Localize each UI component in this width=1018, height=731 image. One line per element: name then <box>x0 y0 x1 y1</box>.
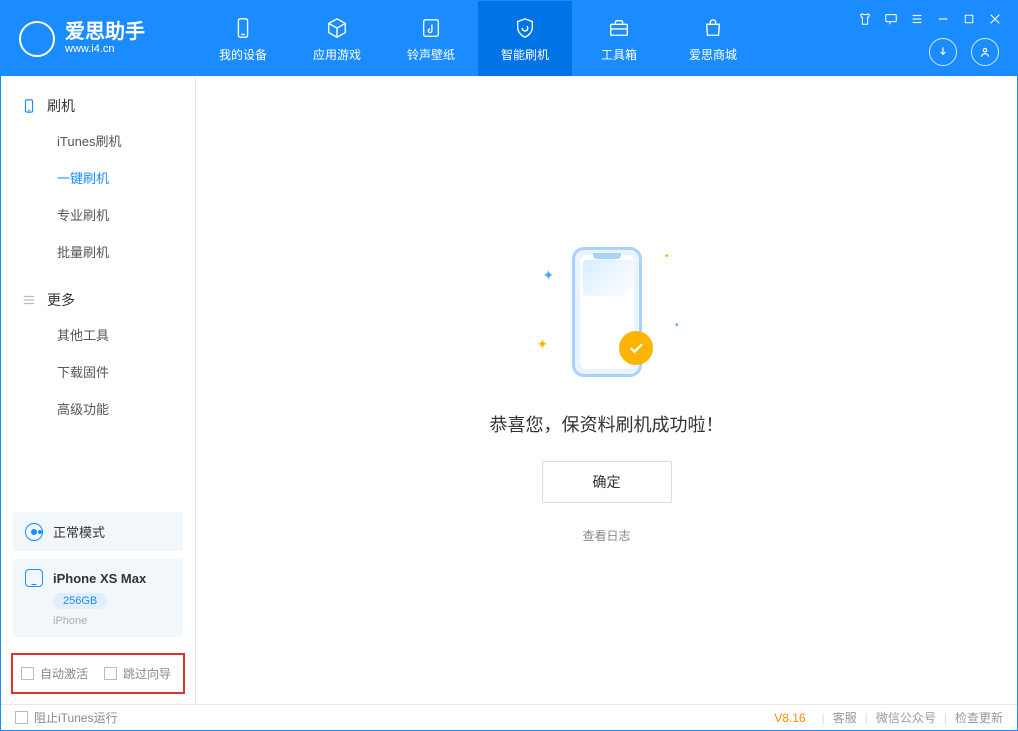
user-button[interactable] <box>971 38 999 66</box>
tab-apps-games[interactable]: 应用游戏 <box>290 1 384 76</box>
mode-indicator-icon <box>25 523 43 541</box>
checkbox-icon <box>21 667 34 680</box>
checkbox-label: 跳过向导 <box>123 665 171 682</box>
skip-guide-checkbox[interactable]: 跳过向导 <box>104 665 171 682</box>
device-storage-pill: 256GB <box>53 593 107 609</box>
sparkle-icon: • <box>665 251 669 262</box>
device-name: iPhone XS Max <box>53 571 146 586</box>
window-controls <box>857 11 1003 27</box>
app-logo-icon <box>19 21 55 57</box>
success-illustration: ✦ ✦ • • <box>507 237 707 387</box>
minimize-button[interactable] <box>935 11 951 27</box>
sparkle-icon: ✦ <box>543 267 555 284</box>
stop-itunes-checkbox[interactable]: 阻止iTunes运行 <box>15 709 118 726</box>
close-button[interactable] <box>987 11 1003 27</box>
auto-activate-checkbox[interactable]: 自动激活 <box>21 665 88 682</box>
flash-options-row: 自动激活 跳过向导 <box>11 653 185 694</box>
version-label: V8.16 <box>774 711 805 725</box>
phone-outline-icon <box>21 98 37 114</box>
logo-area: 爱思助手 www.i4.cn <box>1 21 196 57</box>
toolbox-icon <box>606 15 632 41</box>
sidebar-item-other-tools[interactable]: 其他工具 <box>1 316 195 353</box>
sidebar-group-more: 更多 <box>1 284 195 316</box>
header: 爱思助手 www.i4.cn 我的设备 应用游戏 铃声壁纸 智能刷机 工具箱 爱… <box>1 1 1017 76</box>
mode-label: 正常模式 <box>53 522 105 541</box>
header-actions <box>929 38 999 66</box>
tab-store[interactable]: 爱思商城 <box>666 1 760 76</box>
sidebar: 刷机 iTunes刷机 一键刷机 专业刷机 批量刷机 更多 其他工具 下载固件 … <box>1 76 196 704</box>
success-message: 恭喜您，保资料刷机成功啦！ <box>490 411 724 437</box>
tab-ringtones-wallpapers[interactable]: 铃声壁纸 <box>384 1 478 76</box>
footer-link-support[interactable]: 客服 <box>833 709 857 726</box>
sparkle-icon: • <box>675 320 679 331</box>
checkbox-icon <box>104 667 117 680</box>
music-icon <box>418 15 444 41</box>
bag-icon <box>700 15 726 41</box>
sidebar-item-itunes-flash[interactable]: iTunes刷机 <box>1 122 195 159</box>
tab-my-device[interactable]: 我的设备 <box>196 1 290 76</box>
sidebar-group-label: 更多 <box>47 290 75 310</box>
device-icon <box>230 15 256 41</box>
view-log-link[interactable]: 查看日志 <box>582 527 630 544</box>
checkbox-icon <box>15 711 28 724</box>
tab-toolbox[interactable]: 工具箱 <box>572 1 666 76</box>
menu-lines-icon <box>21 292 37 308</box>
main-tabs: 我的设备 应用游戏 铃声壁纸 智能刷机 工具箱 爱思商城 <box>196 1 760 76</box>
feedback-icon[interactable] <box>883 11 899 27</box>
download-button[interactable] <box>929 38 957 66</box>
main-content: ✦ ✦ • • 恭喜您，保资料刷机成功啦！ 确定 查看日志 <box>196 76 1017 704</box>
sidebar-item-oneclick-flash[interactable]: 一键刷机 <box>1 159 195 196</box>
footer-link-wechat[interactable]: 微信公众号 <box>876 709 936 726</box>
sidebar-item-pro-flash[interactable]: 专业刷机 <box>1 196 195 233</box>
sidebar-item-advanced[interactable]: 高级功能 <box>1 390 195 427</box>
sidebar-item-download-firmware[interactable]: 下载固件 <box>1 353 195 390</box>
app-subtitle: www.i4.cn <box>65 43 145 55</box>
device-mode-box[interactable]: 正常模式 <box>13 512 183 551</box>
cube-icon <box>324 15 350 41</box>
ok-button[interactable]: 确定 <box>542 461 672 503</box>
checkbox-label: 自动激活 <box>40 665 88 682</box>
sidebar-item-batch-flash[interactable]: 批量刷机 <box>1 233 195 270</box>
shirt-icon[interactable] <box>857 11 873 27</box>
tab-smart-flash[interactable]: 智能刷机 <box>478 1 572 76</box>
maximize-button[interactable] <box>961 11 977 27</box>
device-info-box[interactable]: iPhone XS Max 256GB iPhone <box>13 559 183 637</box>
logo-text: 爱思助手 www.i4.cn <box>65 21 145 55</box>
footer-link-update[interactable]: 检查更新 <box>955 709 1003 726</box>
footer: 阻止iTunes运行 V8.16 | 客服 | 微信公众号 | 检查更新 <box>1 704 1017 730</box>
sidebar-group-flash: 刷机 <box>1 90 195 122</box>
success-check-icon <box>619 331 653 365</box>
app-title: 爱思助手 <box>65 21 145 43</box>
sidebar-group-label: 刷机 <box>47 96 75 116</box>
device-type: iPhone <box>53 615 171 627</box>
checkbox-label: 阻止iTunes运行 <box>34 709 118 726</box>
menu-icon[interactable] <box>909 11 925 27</box>
device-phone-icon <box>25 569 43 587</box>
shield-refresh-icon <box>512 15 538 41</box>
sparkle-icon: ✦ <box>537 336 549 353</box>
